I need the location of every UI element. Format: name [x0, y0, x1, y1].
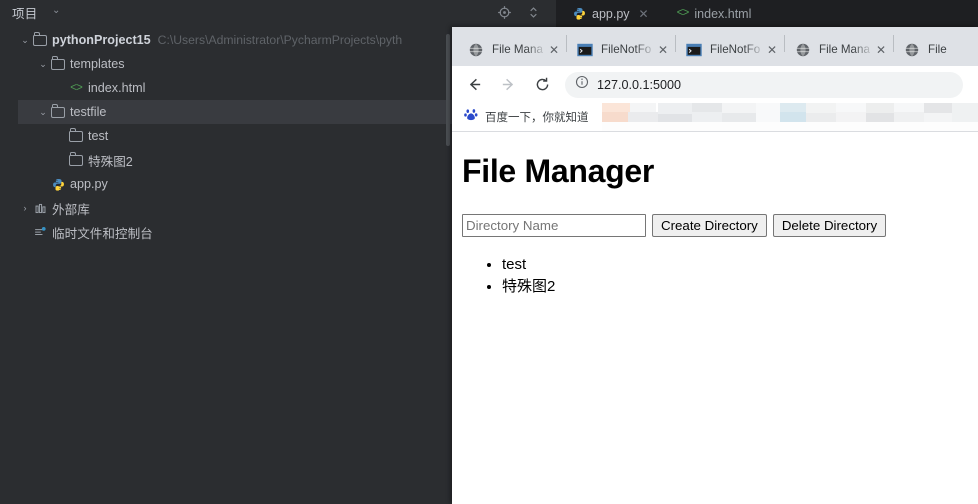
list-item: test — [502, 254, 978, 276]
tree-row-label: 临时文件和控制台 — [52, 226, 153, 241]
info-circle-icon[interactable] — [575, 75, 589, 94]
editor-tab-label: app.py — [592, 6, 630, 21]
address-bar-url: 127.0.0.1:5000 — [597, 77, 682, 92]
tree-row-label: templates — [70, 57, 125, 71]
close-icon[interactable]: ✕ — [549, 43, 559, 57]
chevron-down-icon[interactable]: ⌄ — [36, 107, 50, 118]
tree-row-label: app.py — [70, 177, 108, 191]
chevron-down-icon[interactable]: ⌄ — [52, 5, 60, 16]
tree-row-path: C:\Users\Administrator\PycharmProjects\p… — [157, 33, 403, 47]
folder-icon — [32, 32, 48, 46]
delete-directory-button[interactable]: Delete Directory — [772, 214, 887, 237]
browser-tab-3[interactable]: FileNotFo ✕ — [676, 33, 784, 66]
library-icon — [32, 202, 48, 215]
chevron-down-icon[interactable]: ⌄ — [36, 59, 50, 70]
browser-tab-title: File — [928, 43, 947, 56]
tree-row-test[interactable]: test — [0, 124, 452, 148]
tree-row-teshutu2[interactable]: 特殊图2 — [0, 148, 452, 172]
locate-target-icon[interactable] — [497, 5, 512, 20]
expand-collapse-icon[interactable] — [526, 5, 541, 20]
browser-tab-strip: File Mana ✕ FileNotFo ✕ FileNotFo ✕ File… — [452, 27, 978, 66]
editor-tab-index-html[interactable]: <> index.html — [670, 0, 759, 27]
screenshot-root: 项目 ⌄ app.py ✕ <> index.html ⌄ pythonProj… — [0, 0, 978, 504]
tree-row-label: pythonProject15 — [52, 33, 151, 47]
html-file-icon: <> — [676, 7, 690, 20]
browser-tab-title: File Mana — [819, 43, 870, 56]
close-icon[interactable]: ✕ — [639, 7, 649, 21]
tree-row-label: index.html — [88, 81, 146, 95]
bookmark-baidu[interactable]: 百度一下，你就知道 — [464, 108, 589, 127]
tree-row-pythonproject15[interactable]: ⌄ pythonProject15 C:\Users\Administrator… — [0, 28, 452, 52]
web-page-content: File Manager Create Directory Delete Dir… — [452, 153, 978, 504]
browser-tab-2[interactable]: FileNotFo ✕ — [567, 33, 675, 66]
editor-tab-app-py[interactable]: app.py ✕ — [566, 0, 656, 27]
browser-tab-title: FileNotFo — [601, 43, 652, 56]
baidu-icon — [464, 108, 478, 127]
tree-row-label: testfile — [70, 105, 107, 119]
tree-row-templates[interactable]: ⌄ templates — [0, 52, 452, 76]
folder-icon — [50, 104, 66, 118]
directory-list: test 特殊图2 — [462, 254, 978, 297]
browser-toolbar: 127.0.0.1:5000 — [452, 66, 978, 103]
tree-row-external-libraries[interactable]: › 外部库 — [0, 196, 452, 220]
arrow-right-icon[interactable] — [495, 72, 521, 98]
project-panel-title: 项目 — [12, 7, 38, 21]
browser-tab-title: File Mana — [492, 43, 543, 56]
create-directory-button[interactable]: Create Directory — [652, 214, 767, 237]
directory-form: Create Directory Delete Directory — [462, 214, 978, 237]
globe-icon — [904, 42, 920, 58]
close-icon[interactable]: ✕ — [767, 43, 777, 57]
folder-icon — [68, 128, 84, 142]
bookmark-label: 百度一下，你就知道 — [485, 112, 589, 124]
terminal-icon — [577, 42, 593, 58]
directory-name-input[interactable] — [462, 214, 646, 237]
browser-tab-1[interactable]: File Mana ✕ — [458, 33, 566, 66]
tree-row-testfile[interactable]: ⌄ testfile — [18, 100, 452, 124]
tree-row-index-html[interactable]: <> index.html — [0, 76, 452, 100]
python-file-icon — [573, 7, 586, 20]
globe-icon — [468, 42, 484, 58]
close-icon[interactable]: ✕ — [876, 43, 886, 57]
address-bar[interactable]: 127.0.0.1:5000 — [565, 71, 963, 98]
terminal-icon — [686, 42, 702, 58]
ide-topbar: 项目 ⌄ app.py ✕ <> index.html — [0, 0, 978, 27]
reload-icon[interactable] — [529, 72, 555, 98]
chrome-browser-window: File Mana ✕ FileNotFo ✕ FileNotFo ✕ File… — [452, 27, 978, 504]
globe-icon — [795, 42, 811, 58]
scratches-console-icon — [32, 226, 48, 239]
python-file-icon — [50, 178, 66, 191]
chevron-down-icon[interactable]: ⌄ — [18, 35, 32, 46]
chevron-right-icon[interactable]: › — [18, 203, 32, 213]
editor-tab-bar: app.py ✕ <> index.html — [556, 0, 978, 27]
list-item: 特殊图2 — [502, 276, 978, 298]
browser-tab-title: FileNotFo — [710, 43, 761, 56]
folder-icon — [50, 56, 66, 70]
browser-tab-5[interactable]: File — [894, 33, 978, 66]
tree-row-label: 外部库 — [52, 202, 90, 217]
html-file-icon: <> — [70, 81, 83, 95]
arrow-left-icon[interactable] — [461, 72, 487, 98]
tree-scrollbar[interactable] — [446, 34, 450, 146]
project-tree[interactable]: ⌄ pythonProject15 C:\Users\Administrator… — [0, 28, 452, 504]
editor-tab-label: index.html — [694, 6, 752, 21]
page-title: File Manager — [462, 153, 655, 189]
close-icon[interactable]: ✕ — [658, 43, 668, 57]
tree-row-label: test — [88, 129, 109, 143]
bookmarks-bar: 百度一下，你就知道 — [452, 103, 978, 132]
folder-icon — [68, 152, 84, 166]
tree-row-scratches-consoles[interactable]: 临时文件和控制台 — [0, 220, 452, 244]
tree-row-app-py[interactable]: app.py — [0, 172, 452, 196]
tree-row-label: 特殊图2 — [88, 154, 133, 169]
browser-tab-4[interactable]: File Mana ✕ — [785, 33, 893, 66]
